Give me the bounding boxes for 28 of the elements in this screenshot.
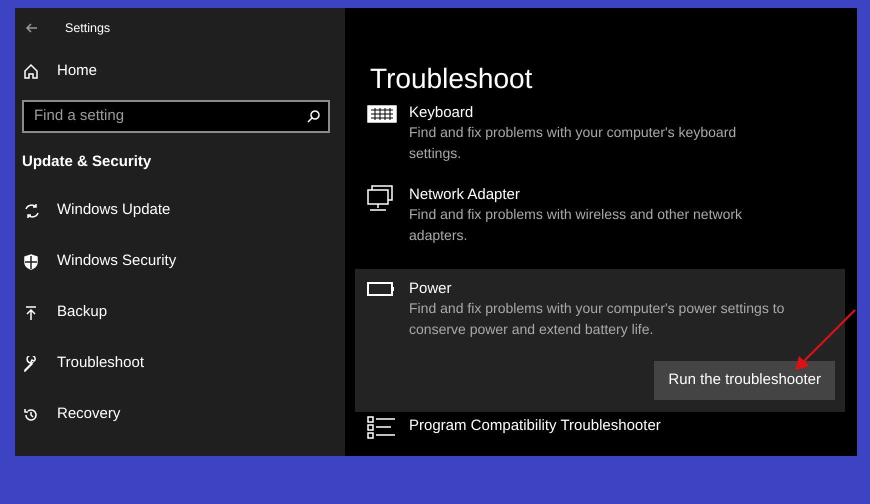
back-icon[interactable]	[25, 22, 39, 34]
item-description: Find and fix problems with wireless and other network adapters.	[409, 205, 744, 245]
home-nav-item[interactable]: Home	[15, 48, 345, 94]
keyboard-icon	[367, 102, 397, 125]
search-icon	[307, 110, 320, 123]
shield-icon	[23, 254, 39, 270]
refresh-icon	[23, 202, 39, 218]
sidebar-item[interactable]: Recovery	[15, 389, 345, 440]
sidebar-item[interactable]: Windows Update	[15, 185, 345, 236]
item-title[interactable]: Power	[409, 278, 835, 298]
item-title[interactable]: Keyboard	[409, 102, 835, 122]
item-title[interactable]: Program Compatibility Troubleshooter	[409, 416, 835, 436]
window-title: Settings	[65, 20, 110, 37]
search-field[interactable]: Find a setting	[22, 100, 330, 133]
upload-icon	[23, 304, 39, 320]
wrench-icon	[23, 356, 39, 372]
section-heading: Update & Security	[21, 152, 152, 172]
page-title: Troubleshoot	[370, 64, 534, 95]
sidebar-item[interactable]: Windows Security	[15, 236, 345, 287]
list-icon	[367, 416, 397, 440]
history-icon	[23, 406, 39, 422]
home-icon	[23, 63, 39, 79]
item-description: Find and fix problems with your computer's power settings to conserve power and extend battery life.	[409, 299, 786, 339]
item-title[interactable]: Network Adapter	[409, 184, 835, 204]
run-troubleshooter-button[interactable]: Run the troubleshooter	[654, 361, 835, 400]
sidebar-item[interactable]: Backup	[15, 287, 345, 338]
item-description: Find and fix problems with your computer's keyboard settings.	[409, 123, 738, 163]
sidebar-item[interactable]: Troubleshoot	[15, 338, 345, 389]
